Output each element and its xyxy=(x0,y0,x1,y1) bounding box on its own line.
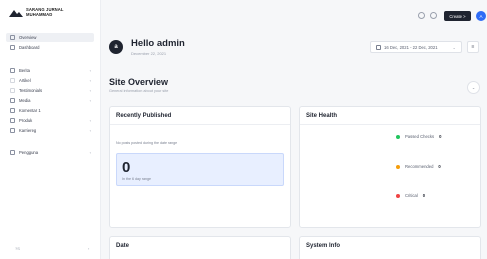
career-icon xyxy=(10,128,15,133)
users-icon xyxy=(10,150,15,155)
card-divider xyxy=(300,124,480,125)
chevron-left-icon: ‹ xyxy=(89,98,91,103)
health-label: Passed Checks xyxy=(405,134,435,139)
health-label: Critical xyxy=(405,193,418,198)
sidebar-item-komentar[interactable]: Komentar 1 xyxy=(6,106,94,115)
health-value: 0 xyxy=(439,134,442,139)
logo-mark-icon xyxy=(9,9,23,17)
sidebar-item-label: Media xyxy=(19,98,31,103)
collapse-sidebar-icon[interactable]: ‹ xyxy=(88,246,89,251)
published-count: 0 xyxy=(122,159,131,176)
section-subtitle: General information about your site xyxy=(109,89,169,93)
sidebar-item-media[interactable]: Media ‹ xyxy=(6,96,94,105)
date-range-label: 16 Dec, 2021 - 22 Dec, 2021 xyxy=(384,44,438,50)
sidebar-item-label: Komentar 1 xyxy=(19,108,41,113)
brand-logo[interactable]: SARANG JURNAL MUHAMMAD xyxy=(9,7,64,17)
chevron-down-icon: ⌄ xyxy=(452,44,456,50)
media-icon xyxy=(10,98,15,103)
search-icon[interactable] xyxy=(418,12,425,19)
calendar-icon xyxy=(376,44,381,50)
sidebar-item-label: Overview xyxy=(19,35,37,40)
comment-icon xyxy=(10,108,15,113)
health-value: 0 xyxy=(422,193,426,198)
health-row-passed: Passed Checks 0 xyxy=(396,134,441,139)
sidebar-item-label: Artikel xyxy=(19,78,31,83)
status-dot-icon xyxy=(396,134,400,139)
sidebar-item-overview[interactable]: Overview xyxy=(6,33,94,42)
chevron-left-icon: ‹ xyxy=(89,78,91,83)
sidebar-item-karriereg[interactable]: Karriereg ‹ xyxy=(6,126,94,135)
sidebar-item-label: Dashboard xyxy=(19,45,40,50)
user-avatar[interactable]: A xyxy=(476,11,486,21)
filter-button[interactable]: ≡ xyxy=(467,41,479,53)
greeting-date: December 22, 2021 xyxy=(131,51,167,56)
sidebar-item-label: Produk xyxy=(19,118,33,123)
sidebar: SARANG JURNAL MUHAMMAD Overview Dashboar… xyxy=(0,0,101,259)
status-dot-icon xyxy=(396,193,400,198)
chevron-left-icon: ‹ xyxy=(89,88,91,93)
site-health-card: Site Health Passed Checks 0 Recommended … xyxy=(299,106,481,228)
sidebar-item-dashboard[interactable]: Dashboard xyxy=(6,43,94,52)
sidebar-item-artikel[interactable]: Artikel ‹ xyxy=(6,76,94,85)
greeting-title: Hello admin xyxy=(131,38,185,49)
create-button[interactable]: Create > xyxy=(444,11,471,21)
sidebar-item-label: Pengguna xyxy=(19,150,39,155)
sidebar-item-label: Testimonials xyxy=(19,88,43,93)
sidebar-item-produk[interactable]: Produk ‹ xyxy=(6,116,94,125)
recently-published-card: Recently Published No posts posted durin… xyxy=(109,106,291,228)
sidebar-item-pengguna[interactable]: Pengguna ‹ xyxy=(6,148,94,157)
date-card: Date xyxy=(109,236,291,259)
sidebar-item-testimonials[interactable]: Testimonials ‹ xyxy=(6,86,94,95)
settings-icon[interactable] xyxy=(430,12,437,19)
dashboard-icon xyxy=(10,45,15,50)
chevron-down-icon: ⌄ xyxy=(471,85,476,90)
card-title: System Info xyxy=(306,243,341,249)
published-count-label: In the 6 day range xyxy=(122,177,151,181)
collapse-section-button[interactable]: ⌄ xyxy=(467,81,480,94)
date-range-picker[interactable]: 16 Dec, 2021 - 22 Dec, 2021 ⌄ xyxy=(370,41,462,53)
filter-icon: ≡ xyxy=(471,44,475,50)
news-icon xyxy=(10,68,15,73)
system-info-card: System Info xyxy=(299,236,481,259)
greeting-avatar: a xyxy=(109,40,123,54)
published-count-box: 0 In the 6 day range xyxy=(116,153,284,186)
testimonial-icon xyxy=(10,88,15,93)
empty-state-text: No posts posted during the date range xyxy=(116,141,178,145)
health-row-recommended: Recommended 0 xyxy=(396,164,441,169)
sidebar-item-label: Karriereg xyxy=(19,128,37,133)
section-title: Site Overview xyxy=(109,77,169,87)
card-title: Date xyxy=(116,243,130,249)
overview-icon xyxy=(10,35,15,40)
card-divider xyxy=(110,124,290,125)
status-dot-icon xyxy=(396,164,400,169)
product-icon xyxy=(10,118,15,123)
card-title: Recently Published xyxy=(116,113,172,119)
health-row-critical: Critical 0 xyxy=(396,193,425,198)
brand-name-line2: MUHAMMAD xyxy=(26,11,53,17)
chevron-left-icon: ‹ xyxy=(89,118,91,123)
chevron-left-icon: ‹ xyxy=(89,128,91,133)
chevron-left-icon: ‹ xyxy=(89,68,91,73)
sidebar-item-label: Berita xyxy=(19,68,30,73)
health-label: Recommended xyxy=(405,164,434,169)
article-icon xyxy=(10,78,15,83)
sidebar-footer-label: ?S xyxy=(15,246,20,251)
chevron-left-icon: ‹ xyxy=(89,150,91,155)
sidebar-item-berita[interactable]: Berita ‹ xyxy=(6,66,94,75)
health-value: 0 xyxy=(438,164,441,169)
card-title: Site Health xyxy=(306,113,338,119)
